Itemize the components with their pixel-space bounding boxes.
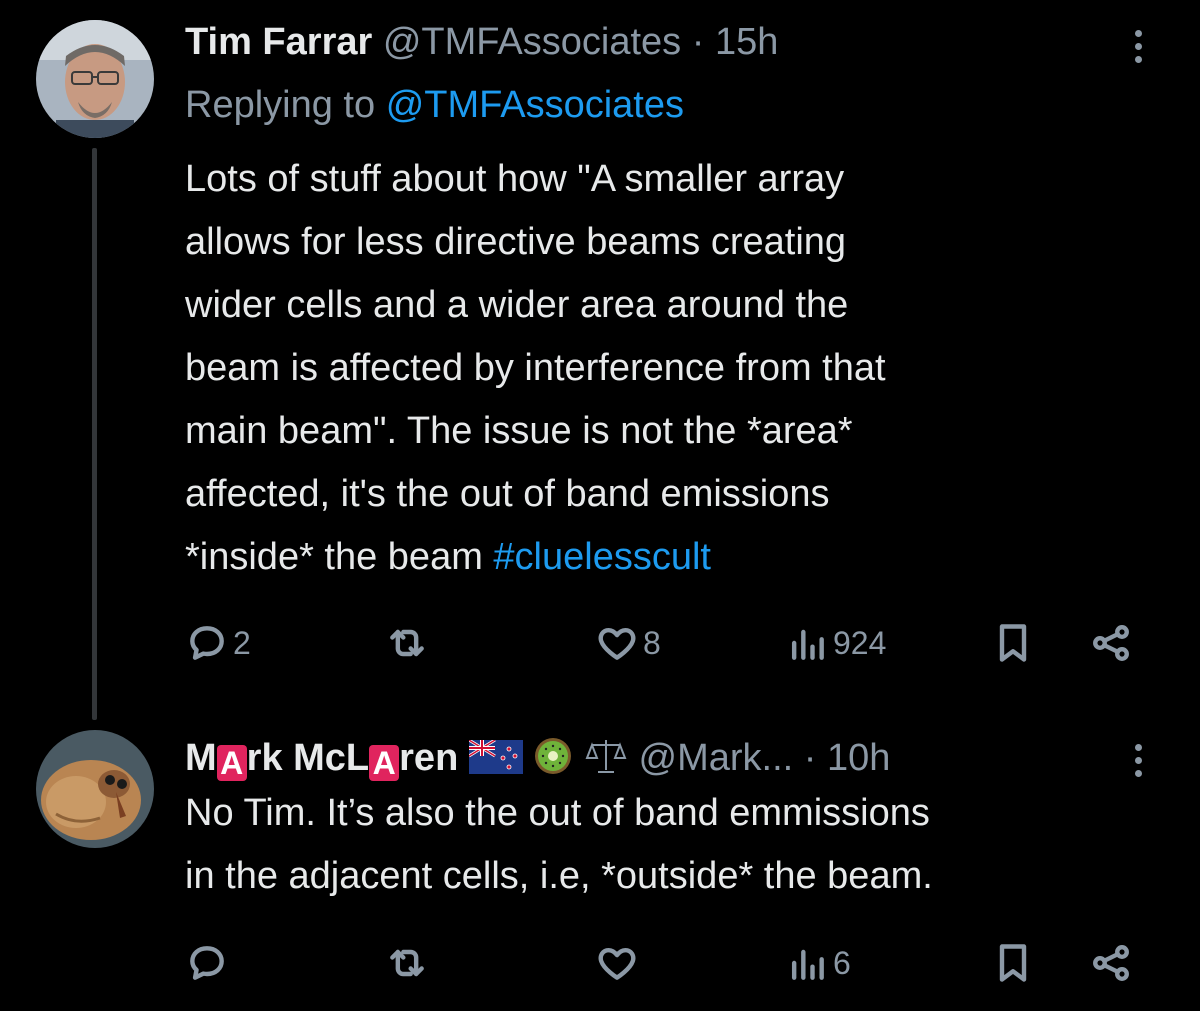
reply-icon <box>190 946 224 980</box>
replying-to: Replying to @TMFAssociates <box>185 84 684 127</box>
balance-scale-icon <box>584 736 628 776</box>
like-button[interactable]: 8 <box>595 618 661 668</box>
header-separator: · <box>803 737 817 779</box>
avatar[interactable] <box>36 730 154 848</box>
share-button[interactable] <box>1089 938 1133 988</box>
kiwi-fruit-icon <box>533 736 573 776</box>
timestamp[interactable]: 10h <box>827 737 890 779</box>
repost-button[interactable] <box>385 938 429 988</box>
avatar[interactable] <box>36 20 154 138</box>
more-icon[interactable] <box>1128 740 1148 784</box>
heart-icon <box>598 627 636 660</box>
reply-count: 2 <box>233 624 251 661</box>
bookmark-icon <box>999 944 1027 982</box>
author-name-part: rk McL <box>246 737 370 779</box>
tweet-text-line: in the adjacent cells, i.e, *outside* th… <box>185 855 933 897</box>
reply-button[interactable]: 2 <box>185 618 251 668</box>
tweet-text-line: main beam". The issue is not the *area* <box>185 410 853 452</box>
author-handle[interactable]: @TMFAssociates <box>383 21 681 63</box>
new-zealand-flag-icon <box>468 740 523 774</box>
tweet-text: Lots of stuff about how "A smaller array… <box>185 148 1175 589</box>
tweet-header: Tim Farrar @TMFAssociates · 15h <box>185 20 778 64</box>
tweet-text-line: affected, it's the out of band emissions <box>185 473 830 515</box>
author-name[interactable]: M Ark McL Aren <box>185 737 459 781</box>
like-count: 8 <box>643 624 661 661</box>
bookmark-button[interactable] <box>991 938 1035 988</box>
share-button[interactable] <box>1089 618 1133 668</box>
bookmark-icon <box>999 624 1027 662</box>
tweet-text-line: *inside* the beam #cluelesscult <box>185 526 1175 589</box>
views-icon <box>791 949 824 980</box>
heart-icon <box>598 947 636 980</box>
tweet-text-segment: *inside* the beam <box>185 536 494 578</box>
tweet-header: M Ark McL Aren @Mark... · 10h <box>185 736 890 781</box>
author-handle[interactable]: @Mark... <box>639 737 794 779</box>
tweet-text-line: beam is affected by interference from th… <box>185 347 886 389</box>
red-a-badge: A <box>216 745 247 781</box>
share-icon <box>1093 625 1129 661</box>
share-icon <box>1093 945 1129 981</box>
replying-prefix: Replying to <box>185 84 376 126</box>
hashtag-link[interactable]: #cluelesscult <box>493 536 711 578</box>
more-icon[interactable] <box>1128 26 1148 70</box>
views-count: 6 <box>833 944 851 981</box>
replying-handle-link[interactable]: @TMFAssociates <box>386 84 684 126</box>
views-icon <box>791 629 824 660</box>
thread-line <box>92 148 97 720</box>
tweet-mark-mclaren[interactable]: M Ark McL Aren @Mark... · 10h No Tim. It… <box>0 720 1200 1011</box>
tweet-text-line: wider cells and a wider area around the <box>185 284 849 326</box>
repost-icon <box>390 949 424 977</box>
red-a-badge: A <box>369 745 400 781</box>
views-button[interactable]: 6 <box>785 938 851 988</box>
views-button[interactable]: 924 <box>785 618 886 668</box>
tweet-text-line: Lots of stuff about how "A smaller array <box>185 158 845 200</box>
views-count: 924 <box>833 624 887 661</box>
reply-button[interactable] <box>185 938 229 988</box>
tweet-text: No Tim. It’s also the out of band emmiss… <box>185 782 1175 908</box>
repost-button[interactable] <box>385 618 429 668</box>
timestamp[interactable]: 15h <box>715 21 778 63</box>
bookmark-button[interactable] <box>991 618 1035 668</box>
author-name-part: ren <box>399 737 459 779</box>
action-bar: 2 8 924 <box>185 618 1155 668</box>
header-separator: · <box>691 21 705 63</box>
reply-icon <box>190 626 224 660</box>
like-button[interactable] <box>595 938 639 988</box>
tweet-text-line: No Tim. It’s also the out of band emmiss… <box>185 792 930 834</box>
author-name[interactable]: Tim Farrar <box>185 21 372 63</box>
tweet-text-line: allows for less directive beams creating <box>185 221 847 263</box>
author-name-part: M <box>185 737 217 779</box>
repost-icon <box>390 629 424 657</box>
tweet-tim-farrar[interactable]: Tim Farrar @TMFAssociates · 15h Replying… <box>0 0 1200 720</box>
action-bar: 6 <box>185 938 1155 988</box>
